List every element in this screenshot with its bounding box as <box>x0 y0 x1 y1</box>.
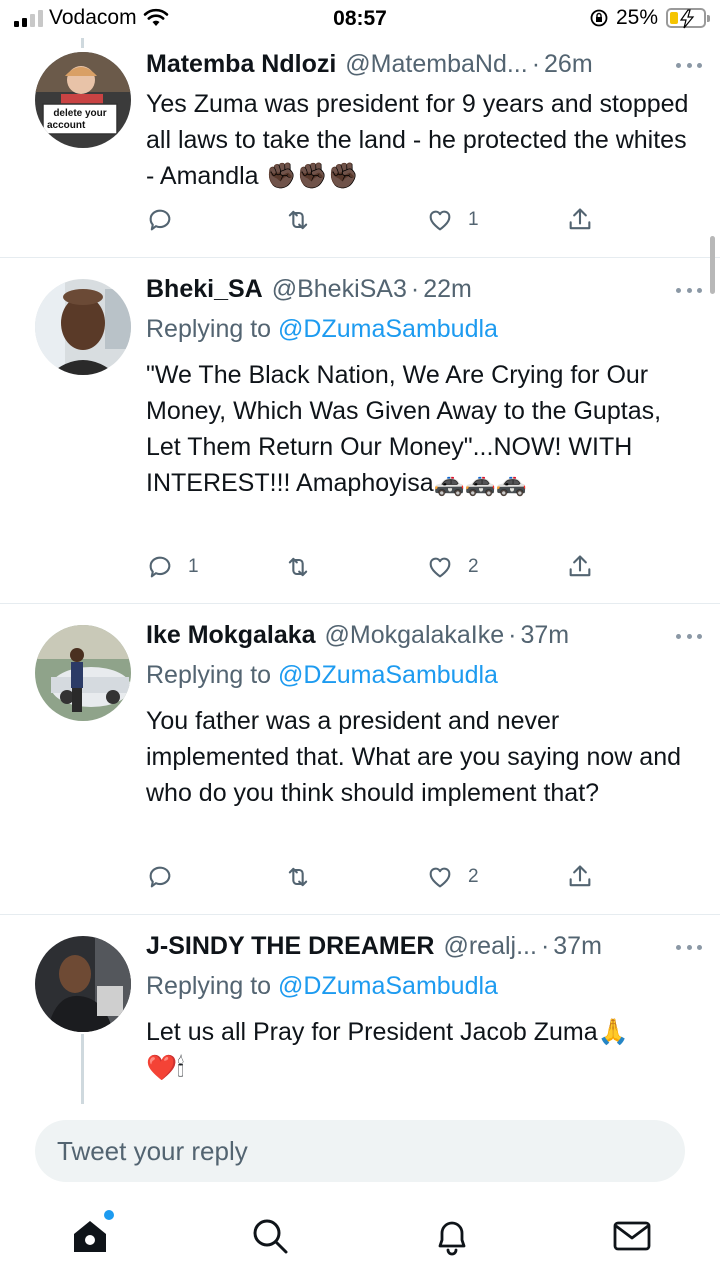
reply-icon <box>149 556 171 578</box>
tweet[interactable]: J-SINDY THE DREAMER @realj... · 37m Repl… <box>0 916 720 1104</box>
tweet-time[interactable]: 26m <box>544 50 593 79</box>
like-button[interactable]: 1 <box>426 202 479 238</box>
avatar[interactable]: delete your account <box>35 52 131 148</box>
tweet-text: "We The Black Nation, We Are Crying for … <box>146 361 662 497</box>
emoji: 🙏 <box>597 1017 629 1046</box>
replying-to: Replying to @DZumaSambudla <box>146 972 498 1000</box>
charging-bolt-icon <box>679 9 695 29</box>
more-options-icon[interactable] <box>676 634 702 642</box>
replying-to: Replying to @DZumaSambudla <box>146 661 498 689</box>
reply-feed[interactable]: delete your account Matemba Ndlozi @Mate… <box>0 38 720 1104</box>
more-options-icon[interactable] <box>676 63 702 71</box>
notifications-icon <box>438 1221 466 1256</box>
retweet-button[interactable] <box>284 549 326 585</box>
messages-icon <box>613 1221 651 1251</box>
notification-dot <box>104 1210 114 1220</box>
thread-line <box>81 1034 84 1104</box>
author-name[interactable]: Bheki_SA <box>146 275 263 304</box>
status-right: 25% <box>590 6 710 30</box>
share-button[interactable] <box>566 859 594 895</box>
home-icon <box>74 1221 106 1252</box>
status-bar: Vodacom 08:57 25% <box>0 0 720 38</box>
like-button[interactable]: 2 <box>426 859 479 895</box>
share-icon <box>569 555 591 577</box>
search-icon <box>253 1219 288 1254</box>
tweet-text: You father was a president and never imp… <box>146 707 682 807</box>
tweet-text: Yes Zuma was president for 9 years and s… <box>146 90 689 190</box>
mention-link[interactable]: @DZumaSambudla <box>278 315 498 343</box>
retweet-button[interactable] <box>284 859 326 895</box>
heart-icon <box>429 867 451 888</box>
reply-icon <box>149 209 171 231</box>
tweet[interactable]: Ike Mokgalaka @MokgalakaIke · 37m Replyi… <box>0 605 720 915</box>
bottom-nav <box>0 1200 720 1280</box>
share-button[interactable] <box>566 549 594 585</box>
tweet-actions: 1 <box>146 202 606 238</box>
author-handle[interactable]: @MokgalakaIke <box>325 621 505 650</box>
reply-composer[interactable] <box>35 1120 685 1182</box>
author-name[interactable]: J-SINDY THE DREAMER <box>146 932 434 961</box>
reply-button[interactable]: 1 <box>146 549 199 585</box>
tweet[interactable]: Bheki_SA @BhekiSA3 · 22m Replying to @DZ… <box>0 259 720 604</box>
tweet-time[interactable]: 37m <box>521 621 570 650</box>
scrollbar[interactable] <box>710 236 715 294</box>
nav-home[interactable] <box>68 1210 114 1258</box>
nav-search[interactable] <box>248 1214 292 1258</box>
nav-notifications[interactable] <box>430 1214 474 1258</box>
avatar[interactable] <box>35 279 131 375</box>
retweet-icon <box>288 210 308 230</box>
replying-to: Replying to @DZumaSambudla <box>146 315 498 343</box>
share-button[interactable] <box>566 202 594 238</box>
battery-fill <box>670 12 678 24</box>
tweet[interactable]: delete your account Matemba Ndlozi @Mate… <box>0 38 720 258</box>
author-handle[interactable]: @MatembaNd... <box>345 50 527 79</box>
rotation-lock-icon <box>590 9 608 27</box>
tweet-text: Let us all Pray for President Jacob Zuma… <box>146 1017 629 1082</box>
nav-messages[interactable] <box>610 1214 654 1258</box>
reply-icon <box>149 866 171 888</box>
battery-percent: 25% <box>615 6 658 29</box>
reply-input[interactable] <box>35 1120 685 1182</box>
mention-link[interactable]: @DZumaSambudla <box>278 661 498 689</box>
avatar[interactable] <box>35 625 131 721</box>
author-handle[interactable]: @realj... <box>443 932 536 961</box>
reply-button[interactable] <box>146 202 188 238</box>
reply-button[interactable] <box>146 859 188 895</box>
tweet-time[interactable]: 22m <box>423 275 472 304</box>
svg-text:account: account <box>47 120 86 131</box>
battery-icon <box>666 8 710 29</box>
author-name[interactable]: Matemba Ndlozi <box>146 50 336 79</box>
author-name[interactable]: Ike Mokgalaka <box>146 621 316 650</box>
tweet-actions: 2 <box>146 859 606 895</box>
more-options-icon[interactable] <box>676 288 702 296</box>
tweet-actions: 1 2 <box>146 549 606 585</box>
like-button[interactable]: 2 <box>426 549 479 585</box>
emoji: 🚓🚓🚓 <box>433 468 527 497</box>
retweet-button[interactable] <box>284 202 326 238</box>
emoji: ❤️🕯 <box>146 1053 185 1082</box>
tweet-time[interactable]: 37m <box>553 932 602 961</box>
more-options-icon[interactable] <box>676 945 702 953</box>
emoji: ✊🏿✊🏿✊🏿 <box>265 161 359 190</box>
mention-link[interactable]: @DZumaSambudla <box>278 972 498 1000</box>
share-icon <box>569 865 591 887</box>
heart-icon <box>429 210 451 231</box>
retweet-icon <box>288 867 308 887</box>
retweet-icon <box>288 557 308 577</box>
avatar[interactable] <box>35 936 131 1032</box>
author-handle[interactable]: @BhekiSA3 <box>272 275 407 304</box>
svg-text:delete your: delete your <box>53 108 106 119</box>
heart-icon <box>429 557 451 578</box>
share-icon <box>569 208 591 230</box>
